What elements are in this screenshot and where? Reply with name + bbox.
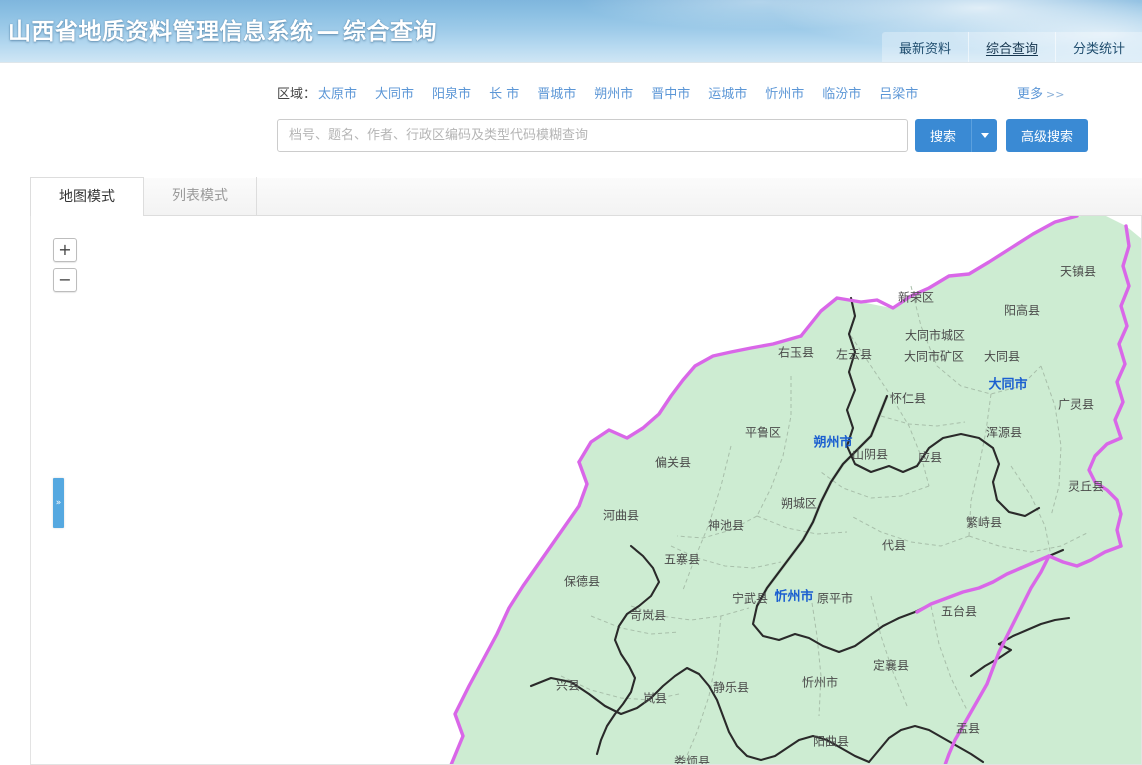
search-button[interactable]: 搜索 [915,119,972,152]
map-label-county[interactable]: 新荣区 [898,289,934,306]
map-label-county[interactable]: 保德县 [564,573,600,590]
map-label-county[interactable]: 朔城区 [781,495,817,512]
map-viewport[interactable]: + − » 天镇县新荣区阳高县大同市城区右玉县 左云县 大同市矿区 大同县大同市怀仁县… [30,216,1142,765]
map-label-county[interactable]: 盂县 [956,720,980,737]
primary-nav: 最新资料 综合查询 分类统计 [881,32,1142,62]
page-title-sub: 综合查询 [343,19,437,45]
region-link-changzhi[interactable]: 长 市 [489,83,519,102]
map-label-county[interactable]: 左云县 [836,346,872,363]
chevron-right-double-icon: » [55,497,62,508]
advanced-search-button[interactable]: 高级搜索 [1006,119,1089,152]
chevron-down-icon [980,133,989,138]
map-label-county[interactable]: 天镇县 [1060,263,1096,280]
region-more-arrows-icon: >> [1046,88,1065,101]
map-label-county[interactable]: 怀仁县 [890,390,926,407]
map-label-county[interactable]: 繁峙县 [966,514,1002,531]
view-mode-tabs: 地图模式 列表模式 [30,177,1142,216]
region-link-lvliang[interactable]: 吕梁市 [879,83,918,102]
map-canvas[interactable] [31,216,1141,764]
map-label-county[interactable]: 静乐县 [713,679,749,696]
zoom-in-button[interactable]: + [53,238,77,262]
map-label-county[interactable]: 代县 [882,537,906,554]
sidebar-expand-handle[interactable]: » [53,478,64,528]
map-label-county[interactable]: 平鲁区 [745,424,781,441]
tab-list-mode[interactable]: 列表模式 [144,177,257,215]
region-link-taiyuan[interactable]: 太原市 [318,83,357,102]
map-zoom-controls: + − [53,238,77,298]
nav-tab-classified-statistics[interactable]: 分类统计 [1054,32,1142,62]
map-label-county[interactable]: 右玉县 [778,344,814,361]
content-panel: 地图模式 列表模式 + − » 天镇县 新荣区 阳高县 大同市城区 右玉县 左云… [30,177,1142,765]
search-input[interactable] [277,119,908,152]
nav-tab-latest[interactable]: 最新资料 [882,32,968,62]
map-label-county[interactable]: 娄烦县 [674,753,710,765]
region-link-jinzhong[interactable]: 晋中市 [651,83,690,102]
map-label-county[interactable]: 阳高县 [1004,302,1040,319]
map-label-county[interactable]: 原平市 [817,590,853,607]
region-link-xinzhou[interactable]: 忻州市 [765,83,804,102]
page-title: 山西省地质资料管理信息系统 — 综合查询 [8,12,437,46]
search-zone: 区域： 太原市 大同市 阳泉市 长 市 晋城市 朔州市 晋中市 运城市 忻州市 … [0,62,1142,174]
map-label-city[interactable]: 朔州市 [813,432,852,451]
region-link-datong[interactable]: 大同市 [375,83,414,102]
map-label-county[interactable]: 山阴县 [852,446,888,463]
map-label-county[interactable]: 河曲县 [603,507,639,524]
map-label-county[interactable]: 五寨县 [664,551,700,568]
map-label-county[interactable]: 应县 [918,449,942,466]
map-label-county[interactable]: 大同市城区 [905,327,965,344]
map-label-county[interactable]: 定襄县 [873,657,909,674]
province-fill [451,216,1141,764]
map-label-county[interactable]: 宁武县 [732,590,768,607]
map-label-county[interactable]: 阳曲县 [813,733,849,750]
search-dropdown-button[interactable] [971,119,998,152]
region-link-jincheng[interactable]: 晋城市 [537,83,576,102]
shanxi-province-map[interactable] [31,216,1142,765]
region-filter-label: 区域： [277,87,317,102]
region-link-yuncheng[interactable]: 运城市 [708,83,747,102]
map-label-county[interactable]: 大同市矿区 [904,348,964,365]
search-row: 搜索 高级搜索 [277,119,1089,152]
map-label-county[interactable]: 忻州市 [802,674,838,691]
map-label-county[interactable]: 岚县 [643,690,667,707]
map-label-county[interactable]: 岢岚县 [630,607,666,624]
page-title-main: 山西省地质资料管理信息系统 [8,19,314,45]
map-label-city[interactable]: 大同市 [988,374,1027,393]
map-label-county[interactable]: 浑源县 [986,424,1022,441]
region-more-label: 更多 [1017,87,1044,102]
nav-tab-comprehensive-query[interactable]: 综合查询 [967,32,1055,62]
region-link-linfen[interactable]: 临汾市 [822,83,861,102]
map-label-county[interactable]: 神池县 [708,517,744,534]
map-label-city[interactable]: 忻州市 [774,586,813,605]
region-filter-row: 区域： 太原市 大同市 阳泉市 长 市 晋城市 朔州市 晋中市 运城市 忻州市 … [277,83,1077,102]
map-label-county[interactable]: 兴县 [556,677,580,694]
map-label-county[interactable]: 偏关县 [655,454,691,471]
search-button-group: 搜索 [915,119,998,152]
map-label-county[interactable]: 大同县 [984,348,1020,365]
app-header: 山西省地质资料管理信息系统 — 综合查询 最新资料 综合查询 分类统计 [0,0,1142,62]
map-label-county[interactable]: 灵丘县 [1068,478,1104,495]
region-link-yangquan[interactable]: 阳泉市 [432,83,471,102]
region-link-shuozhou[interactable]: 朔州市 [594,83,633,102]
page-title-dash: — [316,19,340,45]
map-label-county[interactable]: 广灵县 [1058,396,1094,413]
region-more-link[interactable]: 更多 >> [1017,83,1064,102]
map-label-county[interactable]: 五台县 [941,603,977,620]
zoom-out-button[interactable]: − [53,268,77,292]
tab-map-mode[interactable]: 地图模式 [30,177,144,216]
